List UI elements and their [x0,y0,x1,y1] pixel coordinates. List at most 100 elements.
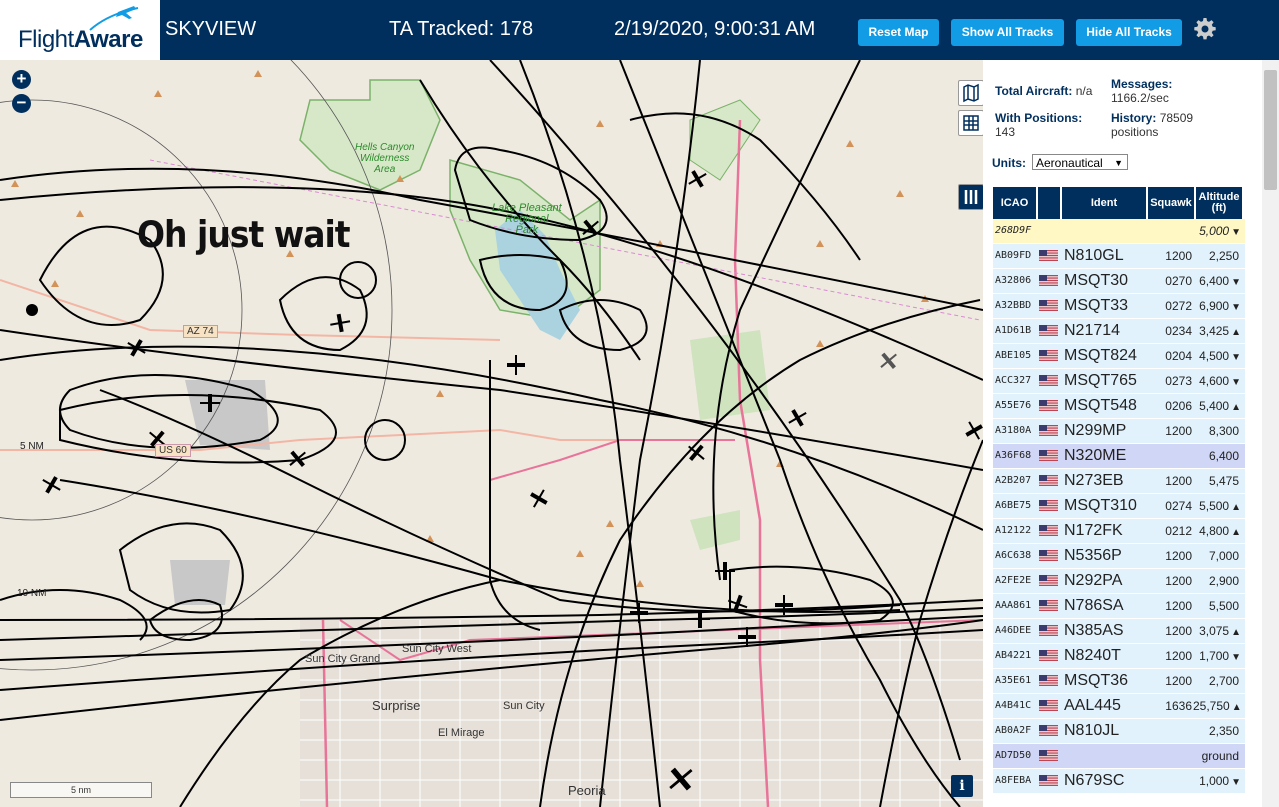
logo-plane-icon [89,6,139,31]
col-flag[interactable] [1038,187,1060,219]
us-flag-icon [1039,650,1058,661]
altitude-cell: 6,900 ▼ [1193,294,1241,318]
icao-cell: AB0A2F [995,725,1032,736]
table-row[interactable]: A35E61 MSQT36 1200 2,700 [993,669,1245,694]
icao-cell: A3180A [995,425,1032,436]
range-5nm-label: 5 NM [20,441,44,452]
altitude-value: ground [1201,749,1239,763]
table-row[interactable]: A6BE75 MSQT310 0274 5,500 ▲ [993,494,1245,519]
altitude-value: 3,075 [1199,624,1230,638]
table-row[interactable]: A2B207 N273EB 1200 5,475 [993,469,1245,494]
app-name: SKYVIEW [165,18,257,40]
icao-cell: A46DEE [995,625,1032,636]
squawk-cell: 0234 [1165,324,1192,338]
map-view[interactable]: Hells Canyon Wilderness Area Lake Pleasa… [0,60,983,807]
altitude-cell: 8,300 [1193,419,1241,443]
table-row[interactable]: AD7D50 ground [993,744,1245,769]
messages-stat: Messages: 1166.2/sec [1111,77,1173,105]
table-row[interactable]: ACC327 MSQT765 0273 4,600 ▼ [993,369,1245,394]
table-row[interactable]: A3180A N299MP 1200 8,300 [993,419,1245,444]
table-row[interactable]: A46DEE N385AS 1200 3,075 ▲ [993,619,1245,644]
icao-cell: ABE105 [995,350,1032,361]
us-flag-icon [1039,350,1058,361]
show-all-tracks-button[interactable]: Show All Tracks [951,19,1064,46]
table-row[interactable]: A6C638 N5356P 1200 7,000 [993,544,1245,569]
altitude-cell: 3,075 ▲ [1193,619,1241,643]
ident-cell: N21714 [1064,322,1121,339]
table-row[interactable]: A1D61B N21714 0234 3,425 ▲ [993,319,1245,344]
ident-cell: N810GL [1064,247,1124,264]
col-icao[interactable]: ICAO [993,187,1036,219]
altitude-trend-icon: ▲ [1231,702,1241,713]
table-row[interactable]: AB0A2F N810JL 2,350 [993,719,1245,744]
altitude-value: 2,900 [1208,574,1239,588]
icao-cell: A12122 [995,525,1032,536]
table-row[interactable]: AAA861 N786SA 1200 5,500 [993,594,1245,619]
icao-cell: AB09FD [995,250,1032,261]
table-row[interactable]: A4B41C AAL445 1636 25,750 ▲ [993,694,1245,719]
panel-scrollbar[interactable] [1262,60,1279,807]
zoom-out-button[interactable]: − [12,94,31,113]
table-row[interactable]: A12122 N172FK 0212 4,800 ▲ [993,519,1245,544]
ident-cell [1064,219,1150,243]
column-toggle-button[interactable] [958,184,983,210]
ident-cell [1064,744,1150,768]
col-squawk[interactable]: Squawk [1148,187,1194,219]
us-flag-icon [1039,275,1058,286]
altitude-value: 5,500 [1199,499,1230,513]
table-row[interactable]: A2FE2E N292PA 1200 2,900 [993,569,1245,594]
history-stat: History: 78509 positions [1111,111,1194,139]
squawk-cell: 0274 [1165,499,1192,513]
ident-cell: N679SC [1064,772,1125,789]
us-flag-icon [1039,725,1058,736]
ident-cell: MSQT30 [1064,272,1129,289]
table-row[interactable]: A32BBD MSQT33 0272 6,900 ▼ [993,294,1245,319]
sun-city-west-label: Sun City West [402,643,472,655]
altitude-value: 5,475 [1208,474,1239,488]
map-layer-button[interactable] [958,80,983,106]
zoom-in-button[interactable]: + [12,70,31,89]
ident-cell: N385AS [1064,622,1124,639]
us-flag-icon [1039,575,1058,586]
us60-shield: US 60 [155,444,191,457]
flightaware-logo[interactable]: FlightAware [0,0,160,60]
squawk-cell: 0212 [1165,524,1192,538]
datetime: 2/19/2020, 9:00:31 AM [614,18,816,40]
squawk-cell: 1200 [1165,424,1192,438]
sun-city-grand-label: Sun City Grand [305,653,381,665]
table-row[interactable]: A8FEBA N679SC 1,000 ▼ [993,769,1245,794]
table-row[interactable]: AB4221 N8240T 1200 1,700 ▼ [993,644,1245,669]
scrollbar-thumb[interactable] [1264,70,1277,190]
table-row[interactable]: A55E76 MSQT548 0206 5,400 ▲ [993,394,1245,419]
altitude-cell: 6,400 [1193,444,1241,468]
reset-map-button[interactable]: Reset Map [858,19,939,46]
altitude-cell: 5,000 ▼ [1193,219,1241,243]
altitude-trend-icon: ▲ [1231,402,1241,413]
altitude-value: 1,700 [1199,649,1230,663]
altitude-cell: 4,800 ▲ [1193,519,1241,543]
altitude-cell: 6,400 ▼ [1193,269,1241,293]
grid-toggle-button[interactable] [958,110,983,136]
altitude-trend-icon: ▼ [1231,277,1241,288]
table-row[interactable]: 268D9F 5,000 ▼ [993,219,1245,244]
hells-canyon-label: Hells Canyon Wilderness Area [355,142,415,175]
altitude-value: 3,425 [1199,324,1230,338]
squawk-cell: 1636 [1165,699,1192,713]
table-row[interactable]: A36F68 N320ME 6,400 [993,444,1245,469]
table-row[interactable]: AB09FD N810GL 1200 2,250 [993,244,1245,269]
table-row[interactable]: A32806 MSQT30 0270 6,400 ▼ [993,269,1245,294]
icao-cell: 268D9F [995,225,1032,236]
col-ident[interactable]: Ident [1062,187,1146,219]
icao-cell: AD7D50 [995,750,1032,761]
icao-cell: A8FEBA [995,775,1032,786]
info-button[interactable]: i [951,775,973,797]
gear-icon[interactable] [1193,17,1217,41]
units-select[interactable]: Aeronautical ▼ [1032,154,1128,170]
us-flag-icon [1039,450,1058,461]
hide-all-tracks-button[interactable]: Hide All Tracks [1076,19,1182,46]
table-row[interactable]: ABE105 MSQT824 0204 4,500 ▼ [993,344,1245,369]
squawk-cell: 1200 [1165,574,1192,588]
aircraft-table-body: 268D9F 5,000 ▼ AB09FD N810GL 1200 2,250 A32806 M… [993,219,1245,794]
col-altitude[interactable]: Altitude (ft) [1196,187,1242,219]
squawk-cell: 0273 [1165,374,1192,388]
